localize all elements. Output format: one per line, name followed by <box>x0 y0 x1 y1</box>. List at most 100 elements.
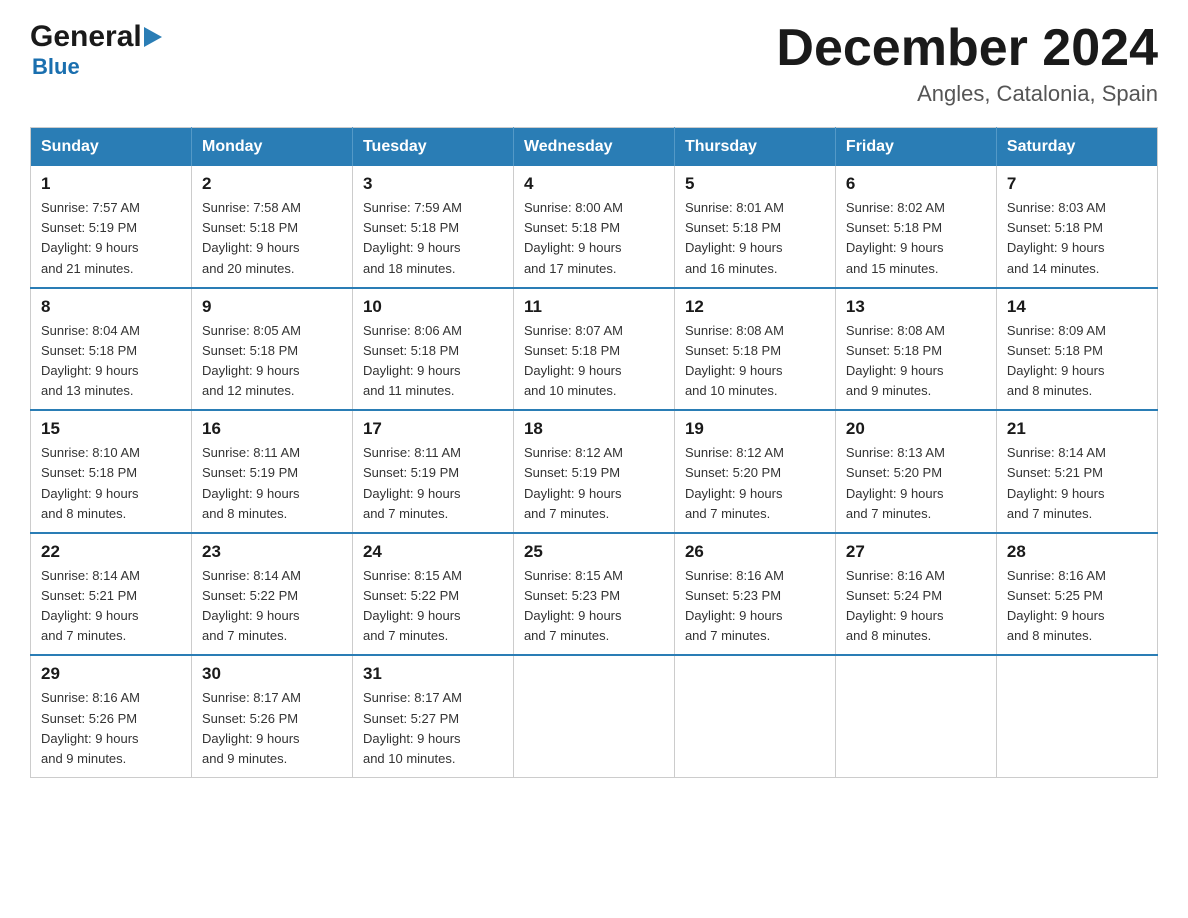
day-number: 26 <box>685 542 825 562</box>
calendar-cell: 9 Sunrise: 8:05 AMSunset: 5:18 PMDaylight… <box>191 288 352 411</box>
day-info: Sunrise: 8:05 AMSunset: 5:18 PMDaylight:… <box>202 321 342 402</box>
day-number: 3 <box>363 174 503 194</box>
day-info: Sunrise: 8:14 AMSunset: 5:21 PMDaylight:… <box>41 566 181 647</box>
calendar-cell: 26 Sunrise: 8:16 AMSunset: 5:23 PMDayligh… <box>674 533 835 656</box>
weekday-header-wednesday: Wednesday <box>513 128 674 167</box>
day-info: Sunrise: 8:13 AMSunset: 5:20 PMDaylight:… <box>846 443 986 524</box>
day-number: 20 <box>846 419 986 439</box>
week-row-2: 8 Sunrise: 8:04 AMSunset: 5:18 PMDaylight… <box>31 288 1158 411</box>
week-row-1: 1 Sunrise: 7:57 AMSunset: 5:19 PMDaylight… <box>31 166 1158 288</box>
day-number: 7 <box>1007 174 1147 194</box>
day-number: 19 <box>685 419 825 439</box>
day-number: 31 <box>363 664 503 684</box>
title-section: December 2024 Angles, Catalonia, Spain <box>776 20 1158 107</box>
day-number: 16 <box>202 419 342 439</box>
day-number: 1 <box>41 174 181 194</box>
day-number: 12 <box>685 297 825 317</box>
calendar-cell: 15Sunrise: 8:10 AMSunset: 5:18 PMDayligh… <box>31 410 192 533</box>
day-info: Sunrise: 7:58 AMSunset: 5:18 PMDaylight:… <box>202 198 342 279</box>
day-number: 25 <box>524 542 664 562</box>
day-info: Sunrise: 8:15 AMSunset: 5:23 PMDaylight:… <box>524 566 664 647</box>
calendar-cell: 14 Sunrise: 8:09 AMSunset: 5:18 PMDayligh… <box>996 288 1157 411</box>
calendar-cell: 31Sunrise: 8:17 AMSunset: 5:27 PMDayligh… <box>352 655 513 777</box>
day-info: Sunrise: 8:16 AMSunset: 5:23 PMDaylight:… <box>685 566 825 647</box>
day-info: Sunrise: 8:16 AMSunset: 5:26 PMDaylight:… <box>41 688 181 769</box>
day-number: 13 <box>846 297 986 317</box>
day-info: Sunrise: 7:57 AMSunset: 5:19 PMDaylight:… <box>41 198 181 279</box>
calendar-cell: 23 Sunrise: 8:14 AMSunset: 5:22 PMDayligh… <box>191 533 352 656</box>
calendar-cell: 17Sunrise: 8:11 AMSunset: 5:19 PMDayligh… <box>352 410 513 533</box>
weekday-header-friday: Friday <box>835 128 996 167</box>
day-number: 14 <box>1007 297 1147 317</box>
day-number: 5 <box>685 174 825 194</box>
calendar-cell: 13 Sunrise: 8:08 AMSunset: 5:18 PMDayligh… <box>835 288 996 411</box>
day-info: Sunrise: 8:12 AMSunset: 5:19 PMDaylight:… <box>524 443 664 524</box>
day-number: 24 <box>363 542 503 562</box>
page-header: General Blue December 2024 Angles, Catal… <box>30 20 1158 107</box>
day-info: Sunrise: 8:14 AMSunset: 5:21 PMDaylight:… <box>1007 443 1147 524</box>
logo-triangle-icon <box>144 27 162 47</box>
calendar-cell <box>674 655 835 777</box>
logo-blue: Blue <box>32 54 80 80</box>
calendar-cell: 29 Sunrise: 8:16 AMSunset: 5:26 PMDayligh… <box>31 655 192 777</box>
day-info: Sunrise: 8:06 AMSunset: 5:18 PMDaylight:… <box>363 321 503 402</box>
day-number: 10 <box>363 297 503 317</box>
calendar-cell: 24 Sunrise: 8:15 AMSunset: 5:22 PMDayligh… <box>352 533 513 656</box>
day-info: Sunrise: 8:10 AMSunset: 5:18 PMDaylight:… <box>41 443 181 524</box>
weekday-header-sunday: Sunday <box>31 128 192 167</box>
calendar-cell: 20 Sunrise: 8:13 AMSunset: 5:20 PMDayligh… <box>835 410 996 533</box>
day-info: Sunrise: 8:09 AMSunset: 5:18 PMDaylight:… <box>1007 321 1147 402</box>
day-number: 30 <box>202 664 342 684</box>
calendar-cell: 18 Sunrise: 8:12 AMSunset: 5:19 PMDayligh… <box>513 410 674 533</box>
week-row-4: 22 Sunrise: 8:14 AMSunset: 5:21 PMDayligh… <box>31 533 1158 656</box>
day-info: Sunrise: 8:07 AMSunset: 5:18 PMDaylight:… <box>524 321 664 402</box>
calendar-cell: 6 Sunrise: 8:02 AMSunset: 5:18 PMDaylight… <box>835 166 996 288</box>
week-row-5: 29 Sunrise: 8:16 AMSunset: 5:26 PMDayligh… <box>31 655 1158 777</box>
day-number: 11 <box>524 297 664 317</box>
calendar-cell: 22 Sunrise: 8:14 AMSunset: 5:21 PMDayligh… <box>31 533 192 656</box>
day-number: 22 <box>41 542 181 562</box>
weekday-header-monday: Monday <box>191 128 352 167</box>
day-info: Sunrise: 8:16 AMSunset: 5:24 PMDaylight:… <box>846 566 986 647</box>
calendar-cell: 11 Sunrise: 8:07 AMSunset: 5:18 PMDayligh… <box>513 288 674 411</box>
day-number: 2 <box>202 174 342 194</box>
calendar-cell: 5 Sunrise: 8:01 AMSunset: 5:18 PMDaylight… <box>674 166 835 288</box>
weekday-header-thursday: Thursday <box>674 128 835 167</box>
day-info: Sunrise: 8:11 AMSunset: 5:19 PMDaylight:… <box>202 443 342 524</box>
day-info: Sunrise: 8:12 AMSunset: 5:20 PMDaylight:… <box>685 443 825 524</box>
day-number: 8 <box>41 297 181 317</box>
calendar-cell <box>835 655 996 777</box>
calendar-cell: 25 Sunrise: 8:15 AMSunset: 5:23 PMDayligh… <box>513 533 674 656</box>
calendar-cell: 30 Sunrise: 8:17 AMSunset: 5:26 PMDayligh… <box>191 655 352 777</box>
day-info: Sunrise: 7:59 AMSunset: 5:18 PMDaylight:… <box>363 198 503 279</box>
weekday-header-tuesday: Tuesday <box>352 128 513 167</box>
day-info: Sunrise: 8:02 AMSunset: 5:18 PMDaylight:… <box>846 198 986 279</box>
day-number: 28 <box>1007 542 1147 562</box>
calendar-cell: 21 Sunrise: 8:14 AMSunset: 5:21 PMDayligh… <box>996 410 1157 533</box>
day-info: Sunrise: 8:01 AMSunset: 5:18 PMDaylight:… <box>685 198 825 279</box>
calendar-cell: 2 Sunrise: 7:58 AMSunset: 5:18 PMDaylight… <box>191 166 352 288</box>
day-info: Sunrise: 8:14 AMSunset: 5:22 PMDaylight:… <box>202 566 342 647</box>
day-number: 29 <box>41 664 181 684</box>
day-number: 6 <box>846 174 986 194</box>
weekday-header-saturday: Saturday <box>996 128 1157 167</box>
day-number: 4 <box>524 174 664 194</box>
day-info: Sunrise: 8:03 AMSunset: 5:18 PMDaylight:… <box>1007 198 1147 279</box>
day-info: Sunrise: 8:11 AMSunset: 5:19 PMDaylight:… <box>363 443 503 524</box>
calendar-cell <box>996 655 1157 777</box>
day-number: 23 <box>202 542 342 562</box>
day-number: 18 <box>524 419 664 439</box>
day-number: 9 <box>202 297 342 317</box>
day-info: Sunrise: 8:08 AMSunset: 5:18 PMDaylight:… <box>685 321 825 402</box>
calendar-cell: 19 Sunrise: 8:12 AMSunset: 5:20 PMDayligh… <box>674 410 835 533</box>
day-info: Sunrise: 8:08 AMSunset: 5:18 PMDaylight:… <box>846 321 986 402</box>
day-info: Sunrise: 8:15 AMSunset: 5:22 PMDaylight:… <box>363 566 503 647</box>
day-info: Sunrise: 8:04 AMSunset: 5:18 PMDaylight:… <box>41 321 181 402</box>
month-title: December 2024 <box>776 20 1158 77</box>
calendar-cell: 1 Sunrise: 7:57 AMSunset: 5:19 PMDaylight… <box>31 166 192 288</box>
day-info: Sunrise: 8:17 AMSunset: 5:26 PMDaylight:… <box>202 688 342 769</box>
calendar-cell <box>513 655 674 777</box>
day-number: 21 <box>1007 419 1147 439</box>
calendar-cell: 10 Sunrise: 8:06 AMSunset: 5:18 PMDayligh… <box>352 288 513 411</box>
calendar-table: SundayMondayTuesdayWednesdayThursdayFrid… <box>30 127 1158 778</box>
